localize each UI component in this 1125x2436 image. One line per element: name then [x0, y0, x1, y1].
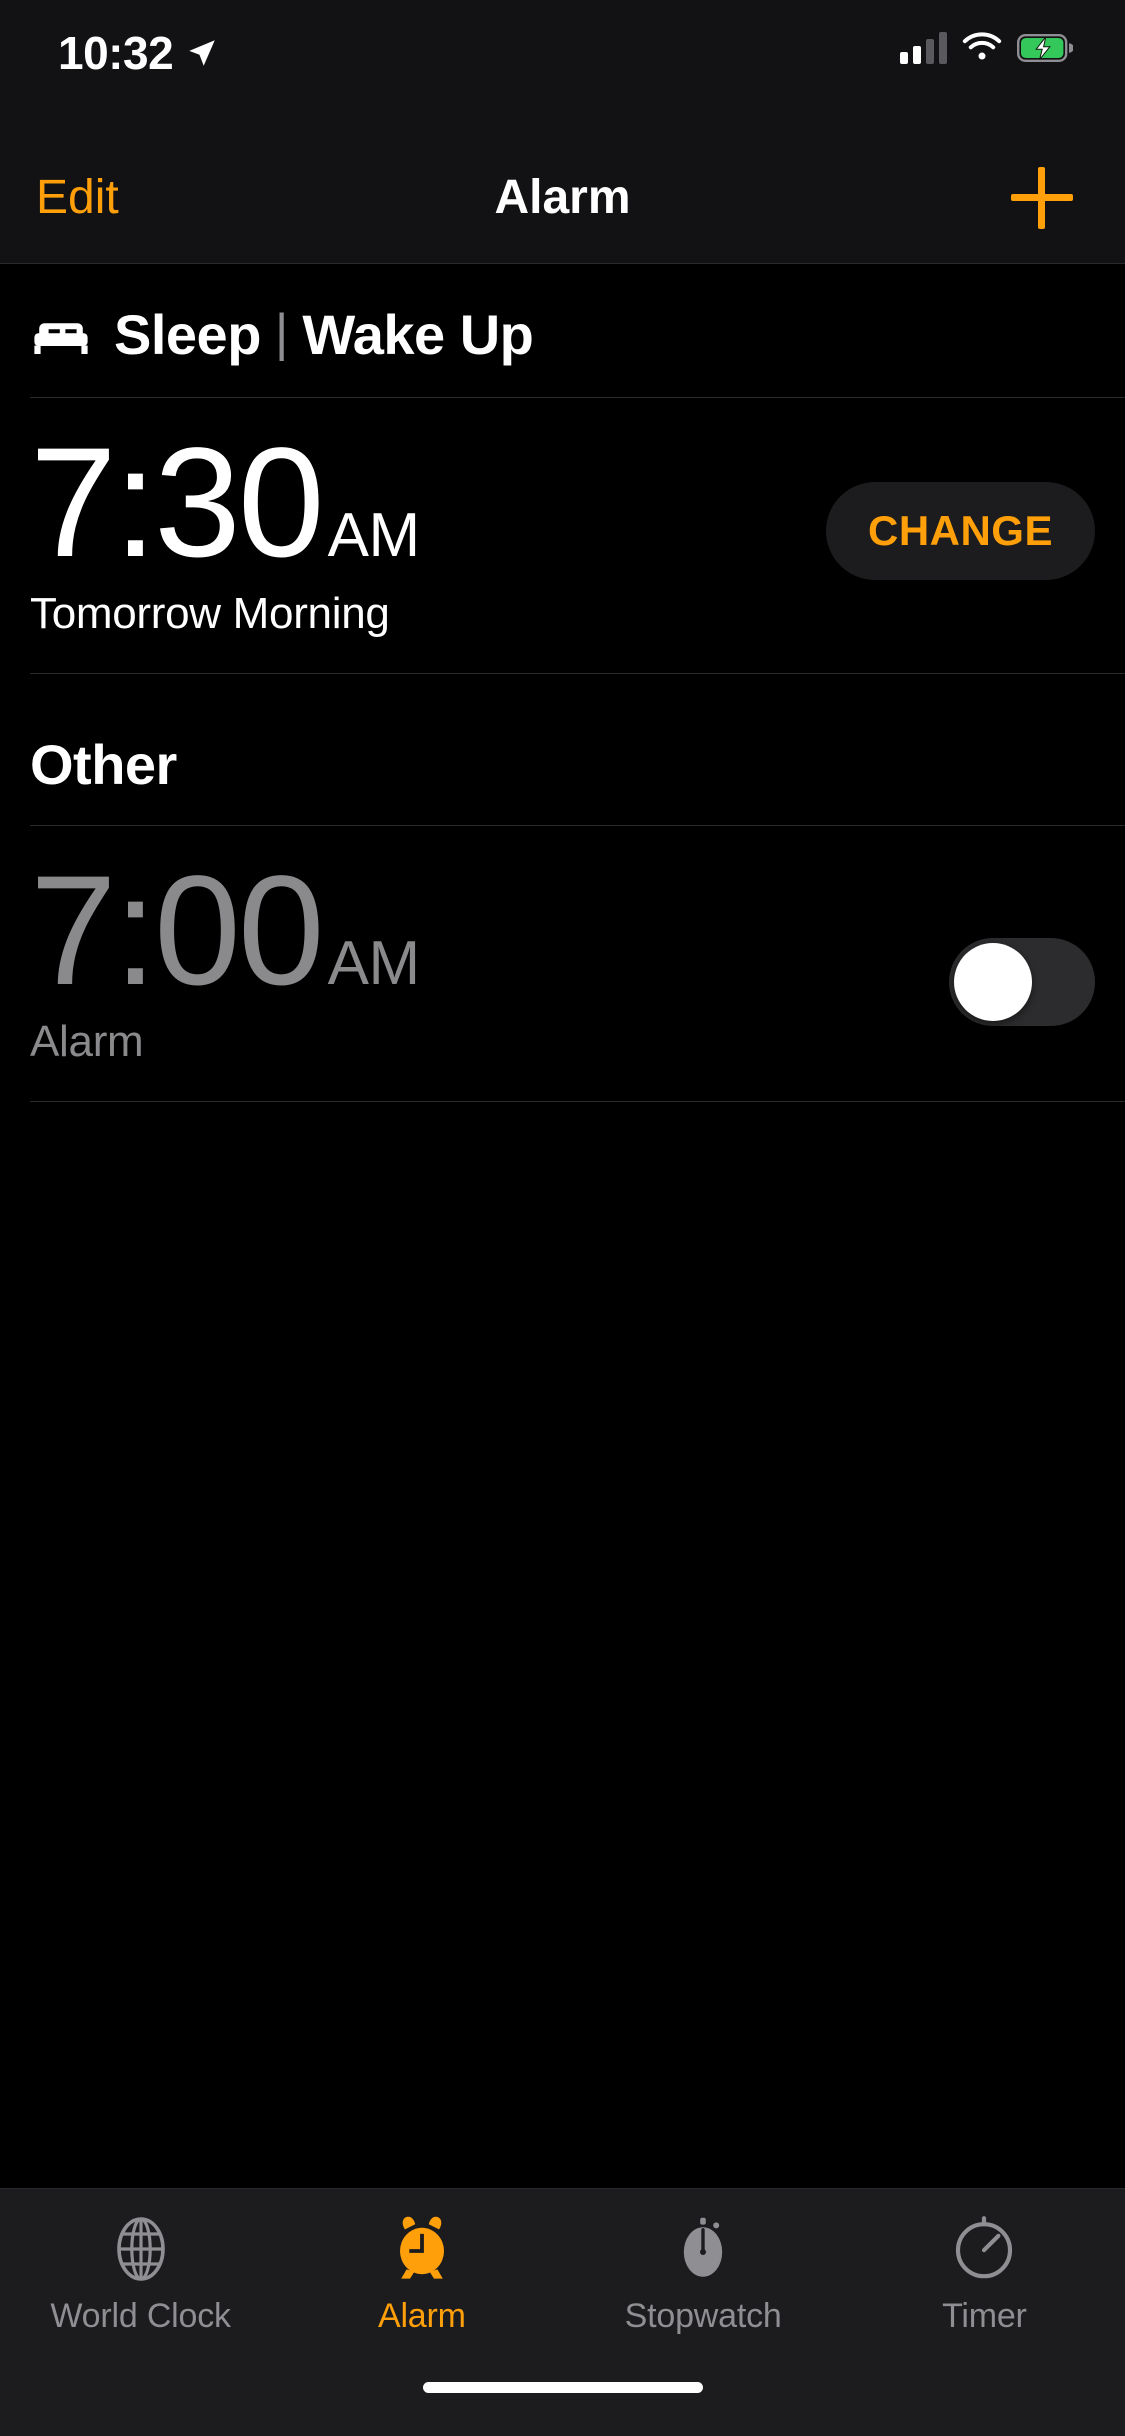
home-indicator-area	[0, 2368, 1125, 2436]
other-section-label: Other	[30, 733, 177, 797]
navigation-bar: Edit Alarm	[0, 132, 1125, 264]
alarm-toggle-switch[interactable]	[949, 938, 1095, 1027]
sleep-alarm-info: 7:30 AM Tomorrow Morning	[30, 416, 421, 639]
wake-up-label: Wake Up	[302, 303, 534, 366]
sleep-alarm-meridiem: AM	[327, 501, 421, 570]
alarm-app-screen: 10:32 Edit Alarm Sleep | Wake Up 7:30 AM…	[0, 0, 1125, 2436]
tab-label-world-clock: World Clock	[50, 2297, 231, 2335]
wifi-icon	[962, 32, 1002, 60]
other-alarm-row[interactable]: 7:00 AM Alarm	[0, 826, 1125, 1101]
timer-icon	[956, 2216, 1013, 2279]
page-title: Alarm	[494, 171, 631, 224]
sleep-alarm-subtitle: Tomorrow Morning	[30, 589, 390, 639]
status-bar-right	[900, 32, 1073, 64]
sleep-label: Sleep	[114, 303, 261, 366]
other-alarm-subtitle: Alarm	[30, 1017, 144, 1067]
location-arrow-icon	[189, 40, 215, 66]
add-alarm-button[interactable]	[1011, 166, 1073, 229]
battery-charging-icon	[1017, 34, 1073, 63]
globe-icon	[116, 2217, 165, 2281]
other-alarm-time-line: 7:00 AM	[30, 844, 421, 1019]
tab-timer[interactable]: Timer	[844, 2211, 1125, 2336]
tab-stopwatch[interactable]: Stopwatch	[563, 2211, 844, 2336]
status-bar-clock: 10:32	[58, 27, 174, 79]
alarm-clock-icon	[399, 2216, 444, 2279]
alarm-list: Sleep | Wake Up 7:30 AM Tomorrow Morning…	[0, 264, 1125, 2188]
tab-label-timer: Timer	[942, 2297, 1027, 2335]
tab-world-clock[interactable]: World Clock	[0, 2211, 281, 2336]
tab-bar: World Clock Alarm Stopwatch Timer	[0, 2188, 1125, 2368]
tab-label-alarm: Alarm	[377, 2297, 466, 2335]
other-alarm-meridiem: AM	[327, 929, 421, 999]
bed-icon	[34, 322, 88, 354]
sleep-wakeup-header[interactable]: Sleep | Wake Up	[0, 264, 1125, 397]
sleep-alarm-time-line: 7:30 AM	[30, 416, 421, 590]
status-bar-left: 10:32	[58, 30, 219, 76]
sleep-alarm-time: 7:30	[30, 416, 325, 590]
edit-button[interactable]: Edit	[36, 170, 119, 225]
status-bar: 10:32	[0, 0, 1125, 132]
toggle-knob	[954, 943, 1032, 1022]
tab-label-stopwatch: Stopwatch	[624, 2297, 782, 2335]
change-button[interactable]: CHANGE	[825, 482, 1095, 580]
sleep-alarm-row[interactable]: 7:30 AM Tomorrow Morning CHANGE	[0, 398, 1125, 673]
other-alarm-time: 7:00	[30, 844, 325, 1019]
divider	[30, 1101, 1125, 1103]
tab-alarm[interactable]: Alarm	[281, 2211, 562, 2336]
home-indicator-bar[interactable]	[422, 2382, 703, 2393]
other-alarm-info: 7:00 AM Alarm	[30, 844, 421, 1067]
stopwatch-icon	[683, 2217, 723, 2277]
cellular-signal-icon	[900, 32, 947, 64]
header-separator: |	[274, 303, 289, 362]
